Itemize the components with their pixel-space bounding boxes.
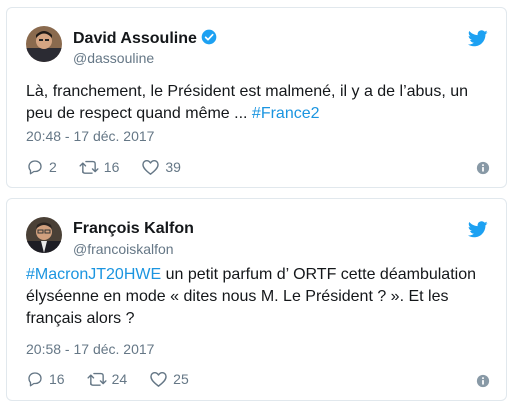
tweet-text: Là, franchement, le Président est malmen… <box>26 81 490 125</box>
reply-icon <box>28 160 42 175</box>
retweet-icon <box>79 160 99 174</box>
reply-count: 2 <box>49 159 57 175</box>
like-button[interactable]: 25 <box>149 370 189 388</box>
tweet-actions: 16 24 25 <box>26 369 211 389</box>
heart-icon <box>142 159 160 175</box>
avatar[interactable] <box>26 26 62 62</box>
like-count: 25 <box>173 371 189 387</box>
info-icon[interactable] <box>476 161 490 175</box>
hashtag-link[interactable]: #France2 <box>252 105 320 122</box>
reply-button[interactable]: 2 <box>26 158 57 176</box>
tweet-timestamp[interactable]: 20:58 - 17 déc. 2017 <box>26 341 154 357</box>
embedded-tweets-page: David Assouline @dassouline Là, franchem… <box>0 0 513 406</box>
reply-count: 16 <box>49 371 65 387</box>
verified-badge-icon <box>201 29 217 45</box>
tweet-card[interactable]: François Kalfon @francoiskalfon #MacronJ… <box>6 198 507 401</box>
twitter-bird-icon[interactable] <box>468 30 488 47</box>
author-handle[interactable]: @dassouline <box>73 50 154 66</box>
hashtag-link[interactable]: #MacronJT20HWE <box>26 266 161 283</box>
author-name[interactable]: François Kalfon <box>73 220 194 238</box>
avatar[interactable] <box>26 217 62 253</box>
retweet-button[interactable]: 16 <box>79 158 120 176</box>
twitter-bird-icon[interactable] <box>468 221 488 238</box>
author-name-text[interactable]: David Assouline <box>73 30 197 47</box>
like-button[interactable]: 39 <box>141 158 181 176</box>
tweet-text: #MacronJT20HWE un petit parfum d’ ORTF c… <box>26 264 490 330</box>
tweet-timestamp[interactable]: 20:48 - 17 déc. 2017 <box>26 128 154 144</box>
author-handle[interactable]: @francoiskalfon <box>73 241 174 257</box>
like-count: 39 <box>165 159 181 175</box>
author-name[interactable]: David Assouline <box>73 29 217 48</box>
retweet-count: 24 <box>111 371 128 387</box>
heart-icon <box>150 371 167 387</box>
retweet-icon <box>87 372 107 386</box>
reply-icon <box>28 372 42 387</box>
reply-button[interactable]: 16 <box>26 370 65 388</box>
info-icon[interactable] <box>476 374 490 388</box>
tweet-text-body: Là, franchement, le Président est malmen… <box>26 83 469 122</box>
retweet-button[interactable]: 24 <box>87 370 128 388</box>
tweet-card[interactable]: David Assouline @dassouline Là, franchem… <box>6 7 507 188</box>
tweet-actions: 2 16 39 <box>26 157 203 177</box>
retweet-count: 16 <box>103 159 120 175</box>
